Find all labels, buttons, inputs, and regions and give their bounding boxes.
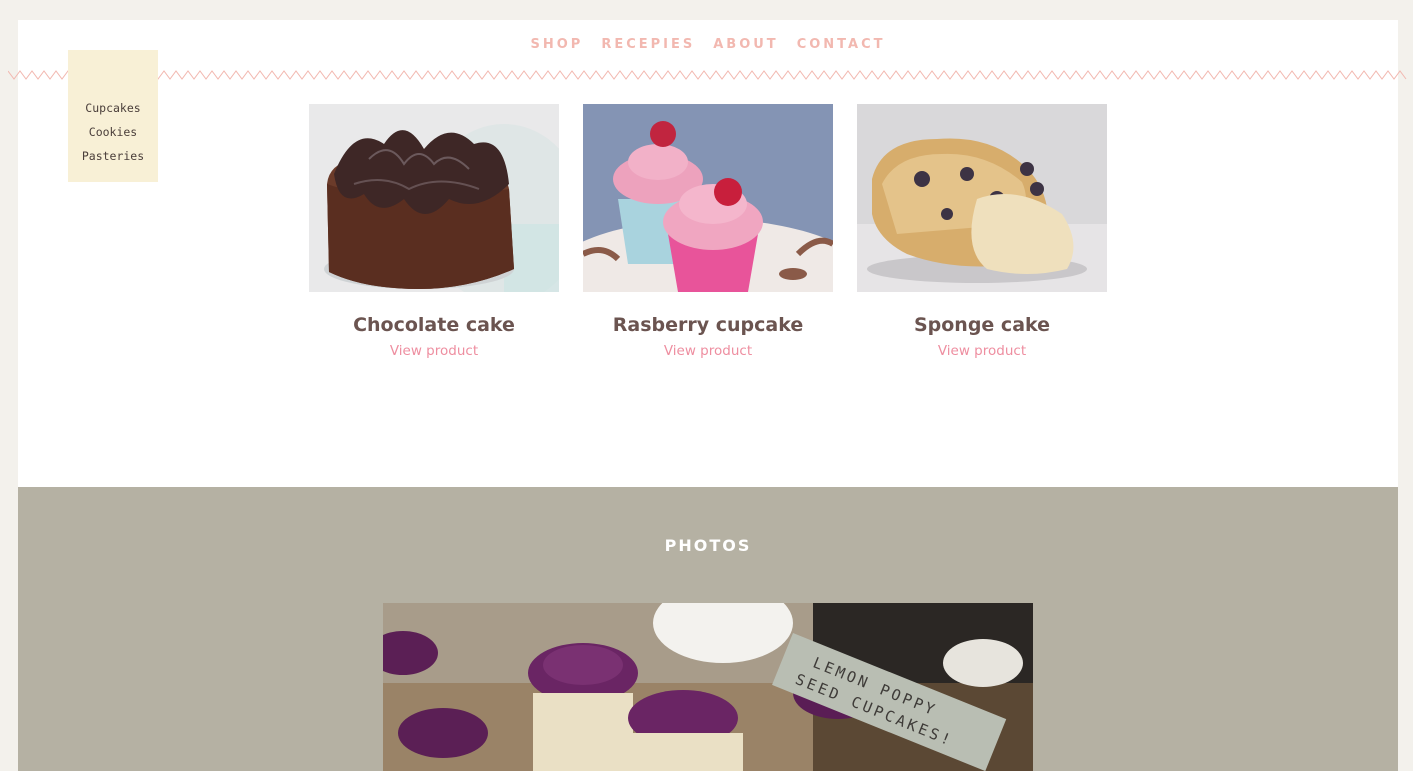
- product-title: Chocolate cake: [353, 314, 515, 336]
- product-title: Rasberry cupcake: [612, 314, 804, 336]
- photos-section: PHOTOS LEMON POPPY SEED CUPCAKES!: [18, 487, 1398, 771]
- nav-item-shop[interactable]: SHOP: [530, 37, 583, 52]
- view-product-link[interactable]: View product: [857, 343, 1107, 359]
- product-card-rasberry-cupcake: Rasberry cupcake View product: [583, 104, 833, 359]
- product-title: Sponge cake: [913, 314, 1051, 336]
- sidebar-item-cookies[interactable]: Cookies: [68, 120, 158, 144]
- sidebar-item-pasteries[interactable]: Pasteries: [68, 144, 158, 168]
- nav-item-recepies[interactable]: RECEPIES: [601, 37, 695, 52]
- product-image-sponge-cake[interactable]: [857, 104, 1107, 292]
- photos-heading: PHOTOS: [664, 536, 752, 555]
- sidebar-menu: Cupcakes Cookies Pasteries: [68, 50, 158, 182]
- product-image-chocolate-cake[interactable]: [309, 104, 559, 292]
- product-image-rasberry-cupcake[interactable]: [583, 104, 833, 292]
- product-card-sponge-cake: Sponge cake View product: [857, 104, 1107, 359]
- view-product-link[interactable]: View product: [583, 343, 833, 359]
- photo-lemon-poppy-cupcakes[interactable]: LEMON POPPY SEED CUPCAKES!: [383, 603, 1033, 771]
- nav-item-contact[interactable]: CONTACT: [797, 37, 886, 52]
- view-product-link[interactable]: View product: [309, 343, 559, 359]
- zigzag-divider: [8, 70, 1407, 80]
- main-nav: SHOP RECEPIES ABOUT CONTACT: [18, 37, 1398, 52]
- nav-item-about[interactable]: ABOUT: [713, 37, 778, 52]
- sidebar-item-cupcakes[interactable]: Cupcakes: [68, 96, 158, 120]
- product-card-chocolate-cake: Chocolate cake View product: [309, 104, 559, 359]
